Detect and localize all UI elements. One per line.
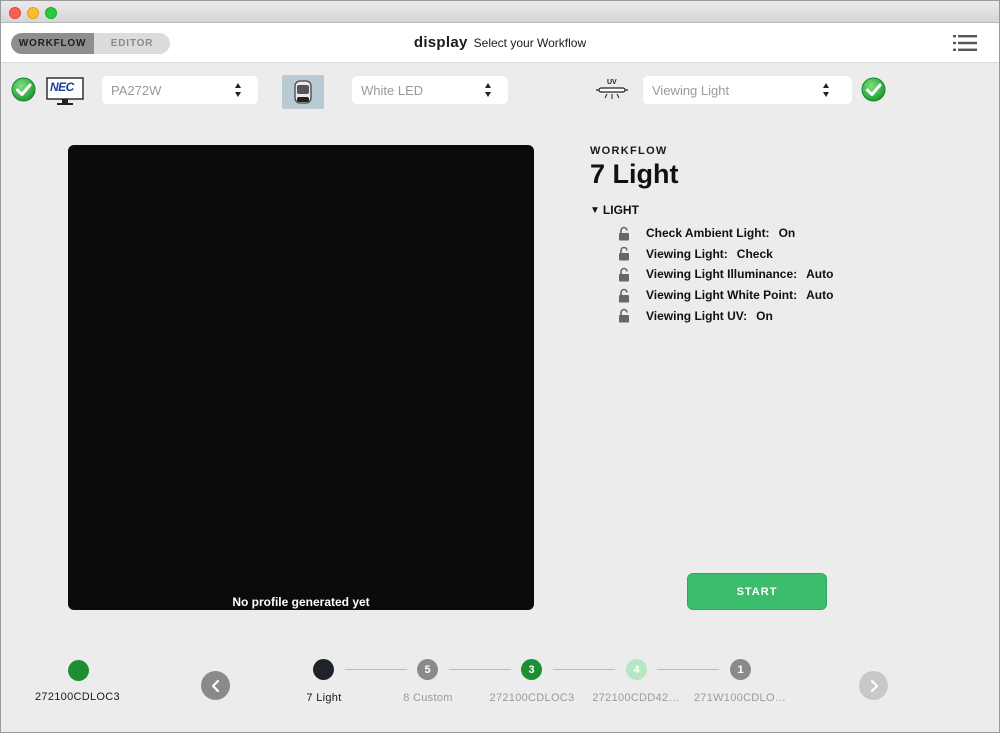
list-item: Check Ambient Light: On [590, 223, 950, 244]
setting-value: Auto [806, 288, 834, 303]
unlock-icon[interactable] [618, 288, 630, 303]
triangle-down-icon: ▼ [590, 204, 600, 216]
colorimeter-button[interactable] [282, 75, 324, 109]
preview-caption: No profile generated yet [232, 595, 370, 609]
step-label: 272100CDD42… [592, 692, 680, 704]
profile-preview: No profile generated yet [68, 145, 534, 610]
backlight-select-value: White LED [361, 82, 424, 98]
workflow-panel: WORKFLOW 7 Light ▼ LIGHT Check Ambient L… [590, 145, 950, 326]
list-item: Viewing Light White Point: Auto [590, 285, 950, 306]
minimize-window-button[interactable] [27, 7, 39, 19]
step-connector [345, 669, 407, 670]
light-section-title: LIGHT [602, 203, 639, 217]
setting-name: Viewing Light UV: [646, 308, 748, 323]
step-label: 7 Light [306, 692, 342, 704]
step-272100cdd42[interactable]: 4 [626, 659, 647, 680]
app-name: display [413, 34, 468, 51]
monitor-select-value: PA272W [111, 82, 162, 98]
chevron-right-icon [870, 679, 878, 692]
workflow-history-bar: 272100CDLOC3 5 3 4 1 7 Light 8 Custom 27… [1, 641, 999, 732]
setting-value: On [756, 308, 773, 323]
step-connector [553, 669, 615, 670]
start-button[interactable]: START [687, 573, 827, 610]
step-271w100cdlo[interactable]: 1 [730, 659, 751, 680]
check-circle-icon [11, 77, 36, 102]
updown-arrows-icon [485, 83, 491, 97]
unlock-icon[interactable] [618, 308, 630, 323]
page-subtitle: Select your Workflow [473, 36, 587, 50]
setting-name: Viewing Light Illuminance: [646, 267, 798, 282]
setting-value: Auto [806, 267, 834, 282]
step-label: 8 Custom [403, 692, 453, 704]
setting-value: Check [736, 246, 773, 261]
updown-arrows-icon [235, 83, 241, 97]
step-8-custom[interactable]: 5 [417, 659, 438, 680]
monitor-brand: NEC [50, 80, 74, 94]
setting-name: Check Ambient Light: [646, 226, 770, 241]
setting-name: Viewing Light: [646, 246, 728, 261]
light-section-toggle[interactable]: ▼ LIGHT [590, 203, 950, 217]
chevron-left-icon [211, 679, 219, 692]
step-connector [657, 669, 719, 670]
title-bar [1, 1, 999, 23]
monitor-icon: NEC [46, 77, 84, 107]
step-272100cdloc3[interactable]: 3 [521, 659, 542, 680]
list-item: Viewing Light: Check [590, 244, 950, 265]
colorimeter-icon [294, 80, 312, 104]
viewing-light-select[interactable]: Viewing Light [643, 76, 852, 104]
uv-light-icon: UV [596, 79, 628, 102]
page-title: display Select your Workflow [1, 34, 999, 51]
next-button[interactable] [859, 671, 888, 700]
unlock-icon[interactable] [618, 226, 630, 241]
workflow-label: WORKFLOW [590, 145, 668, 157]
device-bar: NEC PA272W White LED UV Viewing Light [1, 63, 999, 115]
updown-arrows-icon [823, 83, 829, 97]
setting-value: On [778, 226, 796, 241]
maximize-window-button[interactable] [45, 7, 57, 19]
list-icon[interactable] [953, 34, 977, 52]
setting-name: Viewing Light White Point: [646, 288, 798, 303]
list-item: Viewing Light UV: On [590, 305, 950, 326]
step-label: 271W100CDLO… [693, 692, 787, 704]
check-circle-icon [861, 77, 886, 102]
step-7-light[interactable] [313, 659, 334, 680]
current-profile-label: 272100CDLOC3 [35, 691, 120, 703]
viewing-light-select-placeholder: Viewing Light [652, 82, 730, 98]
backlight-select[interactable]: White LED [352, 76, 508, 104]
app-header: WORKFLOW EDITOR display Select your Workf… [1, 23, 999, 63]
step-connector [449, 669, 511, 670]
previous-button[interactable] [201, 671, 230, 700]
monitor-select[interactable]: PA272W [102, 76, 258, 104]
close-window-button[interactable] [9, 7, 21, 19]
light-settings-list: Check Ambient Light: On Viewing Light: C… [590, 223, 950, 326]
workflow-name: 7 Light [590, 159, 679, 189]
step-label: 272100CDLOC3 [489, 692, 575, 704]
unlock-icon[interactable] [618, 267, 630, 282]
unlock-icon[interactable] [618, 246, 630, 261]
uv-badge: UV [607, 79, 617, 86]
app-window: WORKFLOW EDITOR display Select your Workf… [0, 0, 1000, 733]
current-profile-dot [68, 660, 89, 681]
list-item: Viewing Light Illuminance: Auto [590, 264, 950, 285]
